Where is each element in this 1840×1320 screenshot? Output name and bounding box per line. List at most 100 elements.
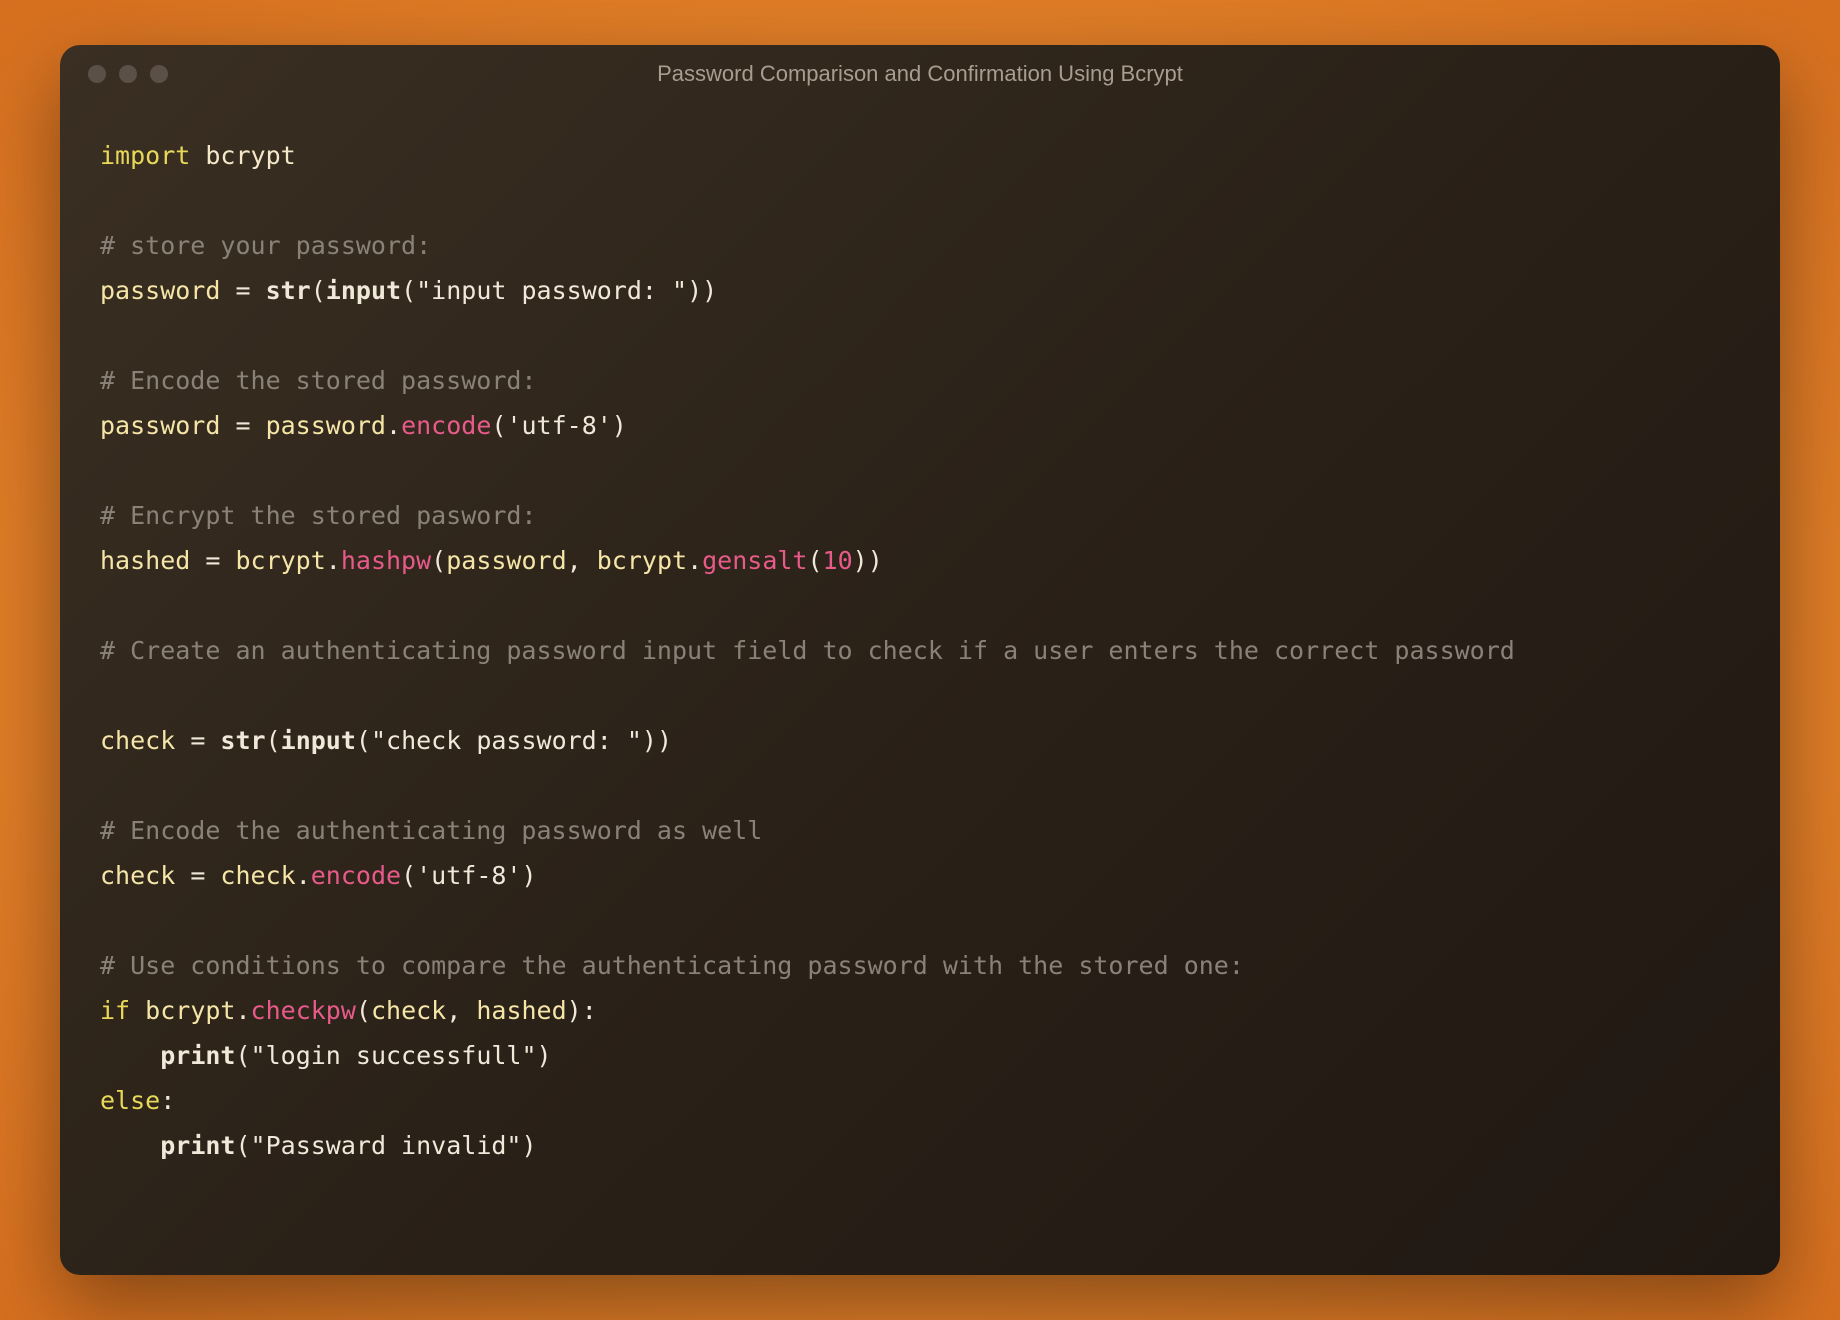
keyword-import: import	[100, 141, 190, 170]
variable: password	[446, 546, 566, 575]
string-literal: "input password: "	[416, 276, 687, 305]
indent	[100, 1131, 160, 1160]
code-line: import bcrypt	[100, 133, 1740, 178]
traffic-lights	[88, 65, 168, 83]
method-hashpw: hashpw	[341, 546, 431, 575]
paren: )	[537, 1041, 552, 1070]
code-line: # Use conditions to compare the authenti…	[100, 943, 1740, 988]
string-literal: "check password: "	[371, 726, 642, 755]
code-line: print("login successfull")	[100, 1033, 1740, 1078]
code-line	[100, 313, 1740, 358]
paren: )	[702, 276, 717, 305]
variable: bcrypt	[145, 996, 235, 1025]
variable: bcrypt	[235, 546, 325, 575]
variable: bcrypt	[597, 546, 687, 575]
code-line: # Encode the stored password:	[100, 358, 1740, 403]
paren: (	[356, 726, 371, 755]
variable: hashed	[100, 546, 190, 575]
builtin-str: str	[266, 276, 311, 305]
operator: =	[220, 411, 265, 440]
dot: .	[386, 411, 401, 440]
variable: password	[266, 411, 386, 440]
paren: )	[521, 1131, 536, 1160]
paren: )	[687, 276, 702, 305]
variable: hashed	[476, 996, 566, 1025]
code-line	[100, 898, 1740, 943]
paren: )	[567, 996, 582, 1025]
comment: # store your password:	[100, 231, 431, 260]
variable: check	[371, 996, 446, 1025]
string-literal: "Passward invalid"	[251, 1131, 522, 1160]
builtin-input: input	[281, 726, 356, 755]
keyword-else: else	[100, 1086, 160, 1115]
code-window: Password Comparison and Confirmation Usi…	[60, 45, 1780, 1275]
string-literal: 'utf-8'	[506, 411, 611, 440]
variable: check	[220, 861, 295, 890]
colon: :	[582, 996, 597, 1025]
titlebar: Password Comparison and Confirmation Usi…	[60, 45, 1780, 103]
variable: password	[100, 411, 220, 440]
variable: check	[100, 861, 175, 890]
method-checkpw: checkpw	[251, 996, 356, 1025]
builtin-print: print	[160, 1131, 235, 1160]
paren: (	[431, 546, 446, 575]
number-literal: 10	[823, 546, 853, 575]
comment: # Encode the stored password:	[100, 366, 537, 395]
code-area: import bcrypt # store your password: pas…	[60, 103, 1780, 1275]
paren: )	[657, 726, 672, 755]
operator: =	[190, 546, 235, 575]
paren: )	[642, 726, 657, 755]
code-line	[100, 583, 1740, 628]
comment: # Encrypt the stored pasword:	[100, 501, 537, 530]
code-line: password = str(input("input password: ")…	[100, 268, 1740, 313]
paren: (	[266, 726, 281, 755]
window-title: Password Comparison and Confirmation Usi…	[657, 61, 1183, 87]
comma: ,	[446, 996, 476, 1025]
paren: )	[853, 546, 868, 575]
code-line	[100, 763, 1740, 808]
code-line: print("Passward invalid")	[100, 1123, 1740, 1168]
code-line: check = check.encode('utf-8')	[100, 853, 1740, 898]
paren: (	[356, 996, 371, 1025]
code-line: # Encrypt the stored pasword:	[100, 493, 1740, 538]
method-encode: encode	[311, 861, 401, 890]
method-gensalt: gensalt	[702, 546, 807, 575]
builtin-input: input	[326, 276, 401, 305]
minimize-icon[interactable]	[119, 65, 137, 83]
maximize-icon[interactable]	[150, 65, 168, 83]
dot: .	[296, 861, 311, 890]
variable: password	[100, 276, 220, 305]
paren: (	[235, 1041, 250, 1070]
variable: check	[100, 726, 175, 755]
paren: (	[491, 411, 506, 440]
keyword-if: if	[100, 996, 130, 1025]
comment: # Use conditions to compare the authenti…	[100, 951, 1244, 980]
code-line: hashed = bcrypt.hashpw(password, bcrypt.…	[100, 538, 1740, 583]
code-line	[100, 673, 1740, 718]
code-line: password = password.encode('utf-8')	[100, 403, 1740, 448]
code-line: # Create an authenticating password inpu…	[100, 628, 1740, 673]
comma: ,	[567, 546, 597, 575]
string-literal: "login successfull"	[251, 1041, 537, 1070]
builtin-str: str	[220, 726, 265, 755]
paren: (	[311, 276, 326, 305]
code-line: check = str(input("check password: "))	[100, 718, 1740, 763]
method-encode: encode	[401, 411, 491, 440]
operator: =	[175, 726, 220, 755]
builtin-print: print	[160, 1041, 235, 1070]
module-name: bcrypt	[205, 141, 295, 170]
code-line: # store your password:	[100, 223, 1740, 268]
string-literal: 'utf-8'	[416, 861, 521, 890]
indent	[100, 1041, 160, 1070]
comment: # Encode the authenticating password as …	[100, 816, 762, 845]
paren: )	[612, 411, 627, 440]
code-line: if bcrypt.checkpw(check, hashed):	[100, 988, 1740, 1033]
dot: .	[235, 996, 250, 1025]
code-line: else:	[100, 1078, 1740, 1123]
colon: :	[160, 1086, 175, 1115]
code-line	[100, 178, 1740, 223]
paren: )	[868, 546, 883, 575]
paren: (	[401, 861, 416, 890]
close-icon[interactable]	[88, 65, 106, 83]
dot: .	[687, 546, 702, 575]
